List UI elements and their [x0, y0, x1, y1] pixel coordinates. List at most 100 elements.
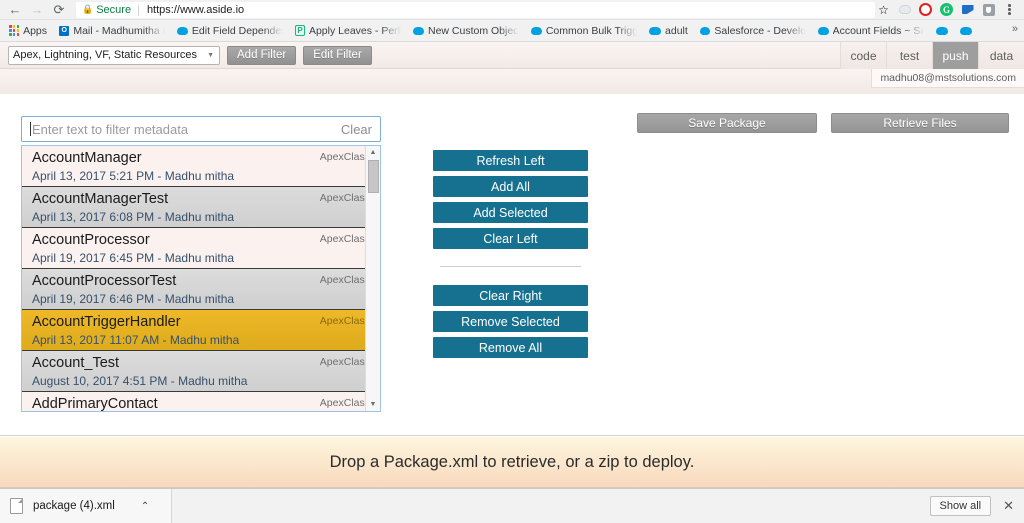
retrieve-files-button[interactable]: Retrieve Files — [831, 113, 1009, 133]
bookmarks-overflow-icon[interactable]: » — [1012, 23, 1018, 35]
list-item-meta: August 10, 2017 4:51 PM - Madhu mitha — [32, 374, 248, 388]
outlook-icon: O — [59, 25, 70, 36]
shield-extension-icon[interactable] — [980, 1, 997, 18]
chevron-up-icon[interactable]: ⌃ — [141, 501, 149, 512]
bookmark-new-custom-object[interactable]: New Custom Object - — [407, 21, 525, 41]
user-account-label: madhu08@mstsolutions.com — [871, 69, 1024, 88]
clear-left-button[interactable]: Clear Left — [433, 228, 588, 249]
edit-filter-button[interactable]: Edit Filter — [303, 45, 372, 65]
scroll-down-icon[interactable]: ▼ — [366, 398, 380, 411]
bookmark-label: Apply Leaves - Perk C — [308, 24, 402, 37]
omnibox-divider: | — [137, 3, 140, 16]
bookmark-label: Edit Field Dependenc — [191, 24, 284, 37]
list-item[interactable]: AddPrimaryContact ApexClass — [22, 392, 380, 411]
bookmark-salesforce-developer[interactable]: Salesforce - Develope — [694, 21, 812, 41]
bookmark-label: Salesforce - Develope — [714, 24, 806, 37]
save-package-button[interactable]: Save Package — [637, 113, 817, 133]
bookmark-label: Account Fields ~ Sale — [832, 24, 924, 37]
list-scrollbar[interactable]: ▲ ▼ — [365, 146, 380, 411]
list-item-meta: April 13, 2017 5:21 PM - Madhu mitha — [32, 169, 235, 183]
list-item[interactable]: Account_Test August 10, 2017 4:51 PM - M… — [22, 351, 380, 392]
salesforce-cloud-icon — [935, 26, 948, 35]
list-item-type: ApexClass — [319, 315, 370, 327]
bookmark-apply-leaves[interactable]: P Apply Leaves - Perk C — [289, 21, 407, 41]
bookmark-label: adult — [665, 24, 688, 37]
salesforce-cloud-icon — [531, 26, 542, 35]
bookmark-common-bulk-trigger[interactable]: Common Bulk Trigger — [525, 21, 643, 41]
bookmark-adult[interactable]: adult — [643, 21, 694, 41]
close-icon[interactable]: ✕ — [1003, 498, 1014, 514]
list-item[interactable]: AccountProcessorTest April 19, 2017 6:46… — [22, 269, 380, 310]
perk-icon: P — [295, 25, 305, 36]
back-arrow-icon[interactable]: ← — [4, 1, 26, 19]
security-label: Secure — [96, 3, 132, 16]
download-bar: package (4).xml ⌃ Show all ✕ — [0, 488, 1024, 523]
bookmark-unnamed-1[interactable] — [930, 21, 954, 41]
download-item[interactable]: package (4).xml ⌃ — [0, 489, 172, 523]
remove-selected-button[interactable]: Remove Selected — [433, 311, 588, 332]
add-filter-button[interactable]: Add Filter — [227, 45, 297, 65]
opera-extension-icon[interactable] — [917, 1, 934, 18]
tab-test[interactable]: test — [886, 42, 932, 69]
list-item[interactable]: AccountManager April 13, 2017 5:21 PM - … — [22, 146, 380, 187]
scrollbar-thumb[interactable] — [368, 160, 379, 193]
bookmark-label: Mail - Madhumitha M — [73, 24, 166, 37]
browser-toolbar: ← → ⟳ 🔒 Secure | https://www.aside.io ☆ … — [0, 0, 1024, 20]
app-toolbar: Apex, Lightning, VF, Static Resources ▼ … — [0, 42, 1024, 69]
list-item[interactable]: AccountManagerTest April 13, 2017 6:08 P… — [22, 187, 380, 228]
bookmark-edit-field-dependency[interactable]: Edit Field Dependenc — [171, 21, 289, 41]
app-tabs: code test push data — [840, 42, 1024, 69]
url-text: https://www.aside.io — [146, 3, 245, 16]
grammarly-extension-icon[interactable]: G — [938, 1, 955, 18]
salesforce-cloud-icon — [817, 26, 829, 35]
list-item-meta: April 19, 2017 6:46 PM - Madhu mitha — [32, 292, 235, 306]
salesforce-cloud-icon — [177, 26, 188, 35]
package-actions: Save Package Retrieve Files — [637, 113, 1009, 133]
tab-push[interactable]: push — [932, 42, 978, 69]
actions-divider — [440, 266, 581, 267]
bookmark-label: Common Bulk Trigger — [545, 24, 638, 37]
list-item-type: ApexClass — [319, 233, 370, 245]
metadata-filter-field[interactable]: Enter text to filter metadata Clear — [21, 116, 381, 142]
clear-right-button[interactable]: Clear Right — [433, 285, 588, 306]
bookmarks-bar: Apps O Mail - Madhumitha M Edit Field De… — [0, 20, 1024, 42]
add-selected-button[interactable]: Add Selected — [433, 202, 588, 223]
metadata-type-select[interactable]: Apex, Lightning, VF, Static Resources ▼ — [8, 45, 220, 65]
list-item-meta: April 13, 2017 11:07 AM - Madhu mitha — [32, 333, 240, 347]
scroll-up-icon[interactable]: ▲ — [366, 146, 380, 159]
bookmark-label: New Custom Object - — [427, 24, 520, 37]
forward-arrow-icon: → — [30, 2, 44, 17]
download-file-name: package (4).xml — [33, 500, 115, 512]
kebab-menu-icon[interactable] — [1001, 1, 1018, 18]
list-item-type: ApexClass — [319, 192, 370, 204]
bookmark-apps[interactable]: Apps — [3, 21, 53, 41]
browser-window: ← → ⟳ 🔒 Secure | https://www.aside.io ☆ … — [0, 0, 1024, 523]
bookmark-star-icon[interactable]: ☆ — [875, 1, 892, 18]
bookmark-unnamed-2[interactable] — [954, 21, 978, 41]
browser-actions: ☆ G — [875, 1, 1020, 18]
bookmark-account-fields[interactable]: Account Fields ~ Sale — [812, 21, 930, 41]
list-item-meta: April 13, 2017 6:08 PM - Madhu mitha — [32, 210, 235, 224]
drop-zone-message: Drop a Package.xml to retrieve, or a zip… — [329, 452, 695, 471]
blue-extension-icon[interactable] — [959, 1, 976, 18]
metadata-type-value: Apex, Lightning, VF, Static Resources — [13, 49, 198, 61]
salesforce-cloud-icon — [413, 26, 424, 35]
address-bar[interactable]: 🔒 Secure | https://www.aside.io — [76, 1, 875, 18]
list-item-type: ApexClass — [319, 397, 370, 409]
list-item[interactable]: AccountProcessor April 19, 2017 6:45 PM … — [22, 228, 380, 269]
cloud-extension-icon[interactable] — [896, 1, 913, 18]
bookmark-mail[interactable]: O Mail - Madhumitha M — [53, 21, 171, 41]
clear-filter-button[interactable]: Clear — [341, 122, 372, 137]
metadata-list[interactable]: AccountManager April 13, 2017 5:21 PM - … — [21, 145, 381, 412]
reload-icon[interactable]: ⟳ — [48, 1, 70, 19]
tab-code[interactable]: code — [840, 42, 886, 69]
list-item-type: ApexClass — [319, 274, 370, 286]
add-all-button[interactable]: Add All — [433, 176, 588, 197]
refresh-left-button[interactable]: Refresh Left — [433, 150, 588, 171]
show-all-downloads-button[interactable]: Show all — [929, 496, 992, 516]
remove-all-button[interactable]: Remove All — [433, 337, 588, 358]
file-drop-zone[interactable]: Drop a Package.xml to retrieve, or a zip… — [0, 437, 1024, 488]
list-item-selected[interactable]: AccountTriggerHandler April 13, 2017 11:… — [22, 310, 380, 351]
tab-data[interactable]: data — [978, 42, 1024, 69]
text-cursor — [30, 122, 31, 136]
